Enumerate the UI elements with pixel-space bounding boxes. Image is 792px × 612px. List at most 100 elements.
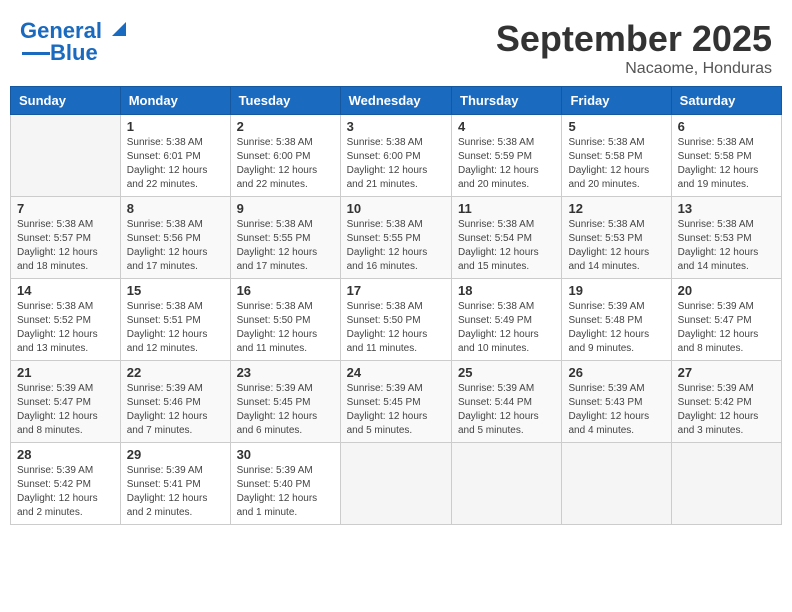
day-of-week-header: Wednesday xyxy=(340,87,451,115)
day-of-week-header: Thursday xyxy=(452,87,562,115)
day-of-week-header: Monday xyxy=(120,87,230,115)
calendar-week-row: 14 Sunrise: 5:38 AM Sunset: 5:52 PM Dayli… xyxy=(11,279,782,361)
calendar-week-row: 21 Sunrise: 5:39 AM Sunset: 5:47 PM Dayli… xyxy=(11,361,782,443)
day-info: Sunrise: 5:38 AM Sunset: 6:00 PM Dayligh… xyxy=(237,136,334,192)
calendar-day-cell: 7 Sunrise: 5:38 AM Sunset: 5:57 PM Daylig… xyxy=(11,197,121,279)
calendar-day-cell: 2 Sunrise: 5:38 AM Sunset: 6:00 PM Daylig… xyxy=(230,115,340,197)
day-of-week-header: Sunday xyxy=(11,87,121,115)
day-number: 19 xyxy=(568,283,664,298)
day-info: Sunrise: 5:39 AM Sunset: 5:42 PM Dayligh… xyxy=(17,464,114,520)
day-info: Sunrise: 5:38 AM Sunset: 5:53 PM Dayligh… xyxy=(568,218,664,274)
day-info: Sunrise: 5:38 AM Sunset: 5:49 PM Dayligh… xyxy=(458,300,555,356)
calendar-day-cell xyxy=(11,115,121,197)
day-number: 14 xyxy=(17,283,114,298)
calendar-day-cell: 8 Sunrise: 5:38 AM Sunset: 5:56 PM Daylig… xyxy=(120,197,230,279)
calendar-day-cell: 17 Sunrise: 5:38 AM Sunset: 5:50 PM Dayli… xyxy=(340,279,451,361)
day-number: 18 xyxy=(458,283,555,298)
calendar-day-cell: 11 Sunrise: 5:38 AM Sunset: 5:54 PM Dayli… xyxy=(452,197,562,279)
day-number: 28 xyxy=(17,447,114,462)
calendar-day-cell: 15Sunrise: 5:38 AM Sunset: 5:51 PM Dayli… xyxy=(120,279,230,361)
day-info: Sunrise: 5:38 AM Sunset: 5:56 PM Dayligh… xyxy=(127,218,224,274)
day-number: 4 xyxy=(458,119,555,134)
day-info: Sunrise: 5:39 AM Sunset: 5:47 PM Dayligh… xyxy=(678,300,775,356)
logo: General Blue xyxy=(20,18,126,66)
calendar-day-cell: 14 Sunrise: 5:38 AM Sunset: 5:52 PM Dayli… xyxy=(11,279,121,361)
day-info: Sunrise: 5:38 AM Sunset: 6:00 PM Dayligh… xyxy=(347,136,445,192)
calendar-day-cell: 4 Sunrise: 5:38 AM Sunset: 5:59 PM Daylig… xyxy=(452,115,562,197)
page-header: General Blue September 2025 Nacaome, Hon… xyxy=(10,10,782,78)
calendar-week-row: 7 Sunrise: 5:38 AM Sunset: 5:57 PM Daylig… xyxy=(11,197,782,279)
day-info: Sunrise: 5:38 AM Sunset: 5:58 PM Dayligh… xyxy=(678,136,775,192)
logo-icon xyxy=(104,18,126,40)
day-number: 3 xyxy=(347,119,445,134)
calendar-day-cell xyxy=(340,443,451,525)
day-info: Sunrise: 5:38 AM Sunset: 5:55 PM Dayligh… xyxy=(237,218,334,274)
day-number: 7 xyxy=(17,201,114,216)
day-info: Sunrise: 5:38 AM Sunset: 5:52 PM Dayligh… xyxy=(17,300,114,356)
day-number: 15 xyxy=(127,283,224,298)
calendar-day-cell: 28 Sunrise: 5:39 AM Sunset: 5:42 PM Dayli… xyxy=(11,443,121,525)
day-of-week-header: Tuesday xyxy=(230,87,340,115)
day-number: 5 xyxy=(568,119,664,134)
day-number: 11 xyxy=(458,201,555,216)
calendar-week-row: 28 Sunrise: 5:39 AM Sunset: 5:42 PM Dayli… xyxy=(11,443,782,525)
calendar-day-cell: 23 Sunrise: 5:39 AM Sunset: 5:45 PM Dayli… xyxy=(230,361,340,443)
day-number: 26 xyxy=(568,365,664,380)
day-number: 10 xyxy=(347,201,445,216)
day-info: Sunrise: 5:39 AM Sunset: 5:41 PM Dayligh… xyxy=(127,464,224,520)
logo-text-blue: Blue xyxy=(50,40,98,66)
day-info: Sunrise: 5:38 AM Sunset: 5:50 PM Dayligh… xyxy=(347,300,445,356)
day-info: Sunrise: 5:38 AM Sunset: 5:57 PM Dayligh… xyxy=(17,218,114,274)
day-number: 23 xyxy=(237,365,334,380)
day-number: 20 xyxy=(678,283,775,298)
calendar-day-cell: 13 Sunrise: 5:38 AM Sunset: 5:53 PM Dayli… xyxy=(671,197,781,279)
calendar-day-cell xyxy=(671,443,781,525)
calendar-week-row: 1 Sunrise: 5:38 AM Sunset: 6:01 PM Daylig… xyxy=(11,115,782,197)
day-number: 24 xyxy=(347,365,445,380)
day-number: 30 xyxy=(237,447,334,462)
day-number: 29 xyxy=(127,447,224,462)
calendar-header-row: SundayMondayTuesdayWednesdayThursdayFrid… xyxy=(11,87,782,115)
calendar-day-cell: 12 Sunrise: 5:38 AM Sunset: 5:53 PM Dayli… xyxy=(562,197,671,279)
day-number: 25 xyxy=(458,365,555,380)
day-number: 8 xyxy=(127,201,224,216)
title-area: September 2025 Nacaome, Honduras xyxy=(496,18,772,78)
month-title: September 2025 xyxy=(496,18,772,60)
calendar-day-cell: 5Sunrise: 5:38 AM Sunset: 5:58 PM Daylig… xyxy=(562,115,671,197)
day-number: 17 xyxy=(347,283,445,298)
day-number: 1 xyxy=(127,119,224,134)
day-number: 21 xyxy=(17,365,114,380)
day-info: Sunrise: 5:39 AM Sunset: 5:46 PM Dayligh… xyxy=(127,382,224,438)
day-info: Sunrise: 5:38 AM Sunset: 5:54 PM Dayligh… xyxy=(458,218,555,274)
calendar-day-cell: 1 Sunrise: 5:38 AM Sunset: 6:01 PM Daylig… xyxy=(120,115,230,197)
day-of-week-header: Saturday xyxy=(671,87,781,115)
day-info: Sunrise: 5:39 AM Sunset: 5:47 PM Dayligh… xyxy=(17,382,114,438)
day-number: 9 xyxy=(237,201,334,216)
calendar-day-cell: 25Sunrise: 5:39 AM Sunset: 5:44 PM Dayli… xyxy=(452,361,562,443)
day-number: 2 xyxy=(237,119,334,134)
calendar-day-cell: 22 Sunrise: 5:39 AM Sunset: 5:46 PM Dayli… xyxy=(120,361,230,443)
day-info: Sunrise: 5:39 AM Sunset: 5:43 PM Dayligh… xyxy=(568,382,664,438)
day-info: Sunrise: 5:38 AM Sunset: 5:59 PM Dayligh… xyxy=(458,136,555,192)
day-info: Sunrise: 5:38 AM Sunset: 6:01 PM Dayligh… xyxy=(127,136,224,192)
calendar-day-cell: 29 Sunrise: 5:39 AM Sunset: 5:41 PM Dayli… xyxy=(120,443,230,525)
day-number: 12 xyxy=(568,201,664,216)
calendar-day-cell xyxy=(562,443,671,525)
day-info: Sunrise: 5:39 AM Sunset: 5:42 PM Dayligh… xyxy=(678,382,775,438)
day-number: 6 xyxy=(678,119,775,134)
day-info: Sunrise: 5:38 AM Sunset: 5:53 PM Dayligh… xyxy=(678,218,775,274)
calendar-day-cell: 10 Sunrise: 5:38 AM Sunset: 5:55 PM Dayli… xyxy=(340,197,451,279)
calendar-day-cell: 20 Sunrise: 5:39 AM Sunset: 5:47 PM Dayli… xyxy=(671,279,781,361)
day-number: 22 xyxy=(127,365,224,380)
calendar-table: SundayMondayTuesdayWednesdayThursdayFrid… xyxy=(10,86,782,525)
day-info: Sunrise: 5:38 AM Sunset: 5:55 PM Dayligh… xyxy=(347,218,445,274)
day-info: Sunrise: 5:39 AM Sunset: 5:40 PM Dayligh… xyxy=(237,464,334,520)
location-subtitle: Nacaome, Honduras xyxy=(496,60,772,78)
day-of-week-header: Friday xyxy=(562,87,671,115)
day-number: 13 xyxy=(678,201,775,216)
day-info: Sunrise: 5:39 AM Sunset: 5:45 PM Dayligh… xyxy=(237,382,334,438)
day-info: Sunrise: 5:39 AM Sunset: 5:48 PM Dayligh… xyxy=(568,300,664,356)
day-info: Sunrise: 5:38 AM Sunset: 5:50 PM Dayligh… xyxy=(237,300,334,356)
calendar-day-cell: 6 Sunrise: 5:38 AM Sunset: 5:58 PM Daylig… xyxy=(671,115,781,197)
day-info: Sunrise: 5:39 AM Sunset: 5:45 PM Dayligh… xyxy=(347,382,445,438)
